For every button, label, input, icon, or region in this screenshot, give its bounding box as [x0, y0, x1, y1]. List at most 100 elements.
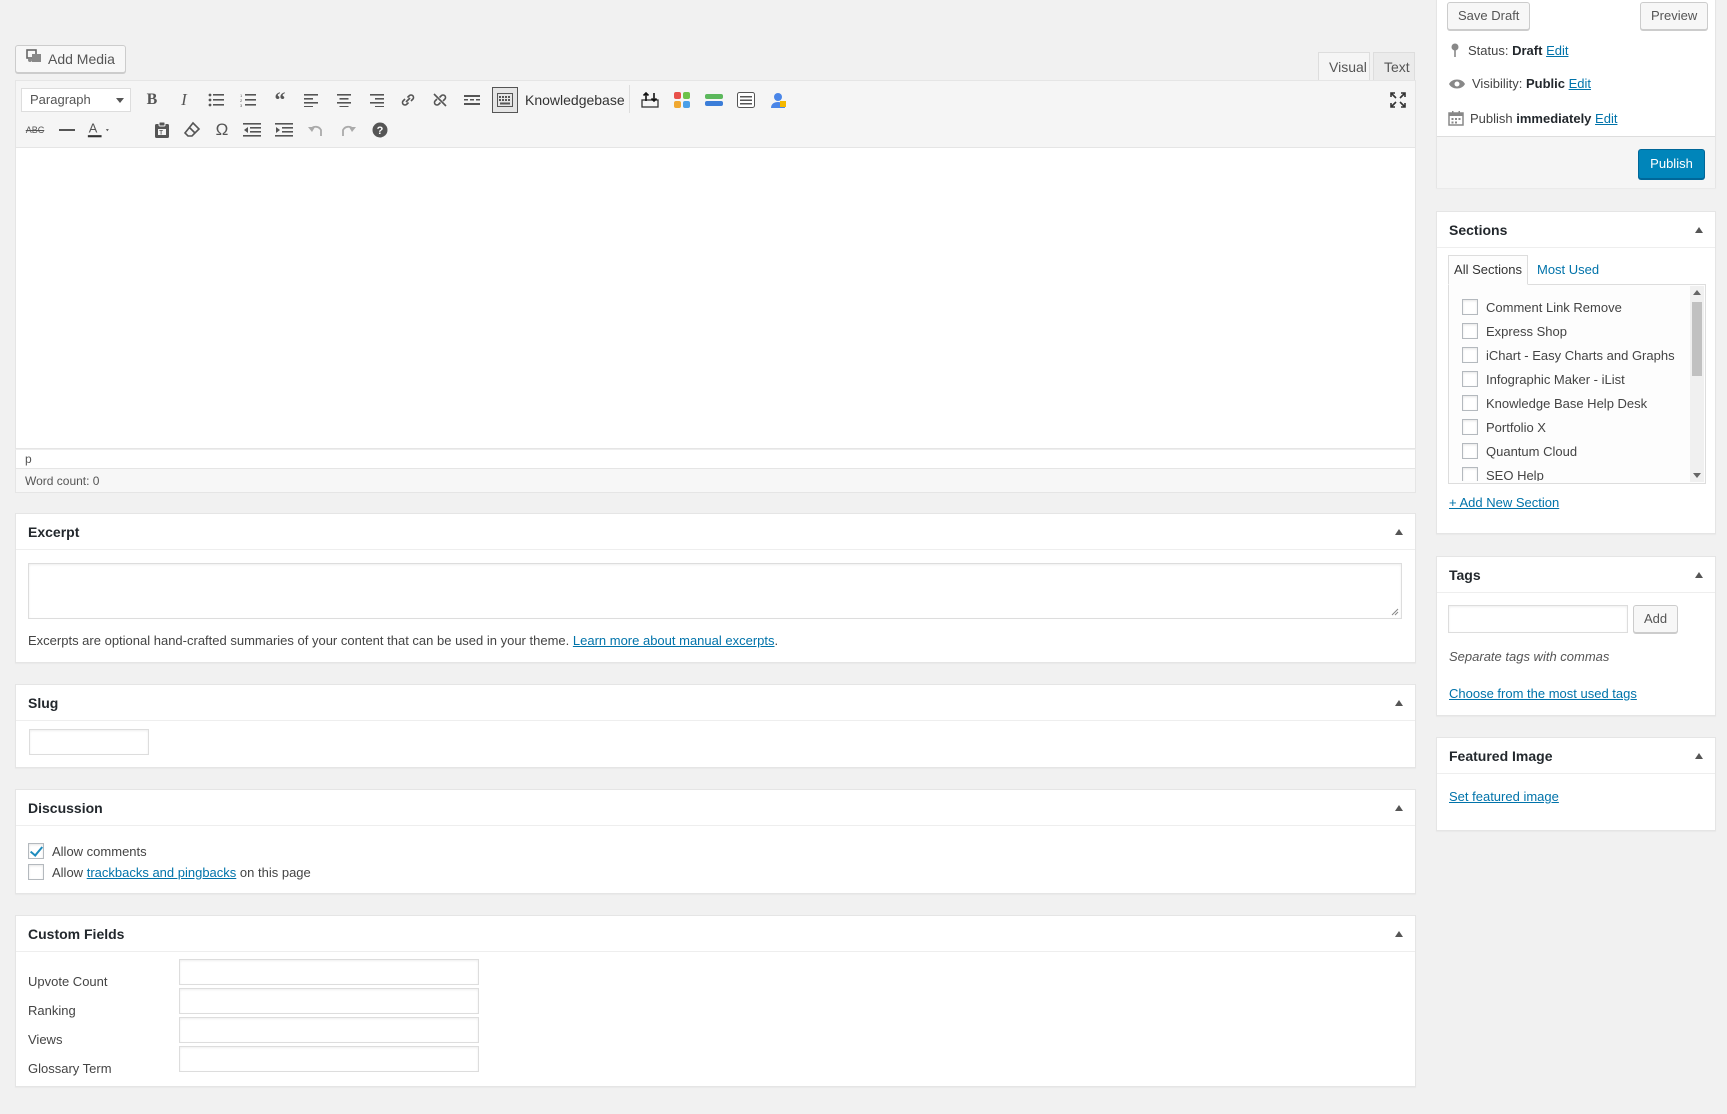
choose-tags-link[interactable]: Choose from the most used tags [1449, 686, 1637, 701]
status-edit-link[interactable]: Edit [1546, 43, 1568, 58]
fullscreen-icon[interactable] [1386, 88, 1410, 112]
custom-fields-title: Custom Fields [28, 926, 125, 942]
excerpt-title: Excerpt [28, 524, 80, 540]
collapse-arrow-icon[interactable] [1395, 529, 1403, 535]
section-item[interactable]: Knowledge Base Help Desk [1462, 395, 1647, 411]
outdent-icon[interactable] [240, 118, 264, 142]
status-value: Draft [1512, 42, 1543, 58]
collapse-arrow-icon[interactable] [1695, 753, 1703, 759]
tab-most-used[interactable]: Most Used [1537, 255, 1599, 285]
list-block-icon[interactable] [734, 88, 758, 112]
section-item[interactable]: iChart - Easy Charts and Graphs [1462, 347, 1675, 363]
knowledgebase-button[interactable]: Knowledgebase [525, 88, 625, 112]
section-item[interactable]: Infographic Maker - iList [1462, 371, 1625, 387]
svg-text:A: A [89, 121, 98, 136]
scroll-up-icon[interactable] [1693, 290, 1701, 295]
add-media-label: Add Media [48, 51, 115, 67]
scroll-thumb[interactable] [1692, 302, 1702, 376]
redo-icon[interactable] [336, 118, 360, 142]
allow-trackbacks-checkbox[interactable] [28, 864, 44, 880]
tab-visual[interactable]: Visual [1318, 52, 1370, 80]
section-item[interactable]: Quantum Cloud [1462, 443, 1577, 459]
read-more-icon[interactable] [460, 88, 484, 112]
excerpt-textarea[interactable] [28, 563, 1402, 619]
collapse-arrow-icon[interactable] [1695, 572, 1703, 578]
section-checkbox[interactable] [1462, 347, 1478, 363]
set-featured-image-link[interactable]: Set featured image [1449, 789, 1559, 804]
user-lock-icon[interactable] [766, 88, 790, 112]
section-item[interactable]: Comment Link Remove [1462, 299, 1622, 315]
excerpt-header[interactable]: Excerpt [16, 514, 1415, 550]
save-draft-button[interactable]: Save Draft [1447, 2, 1531, 30]
strikethrough-icon[interactable]: ABC [23, 118, 47, 142]
editor-content-area[interactable] [15, 148, 1416, 449]
publish-button[interactable]: Publish [1638, 149, 1705, 179]
bold-icon[interactable]: B [140, 88, 164, 112]
scroll-down-icon[interactable] [1693, 473, 1701, 478]
excerpt-learn-more-link[interactable]: Learn more about manual excerpts [573, 633, 775, 648]
tags-header[interactable]: Tags [1437, 557, 1715, 593]
field-input-upvote-count[interactable] [179, 959, 479, 985]
section-checkbox[interactable] [1462, 419, 1478, 435]
align-left-icon[interactable] [300, 88, 324, 112]
section-checkbox[interactable] [1462, 371, 1478, 387]
add-tag-button[interactable]: Add [1633, 605, 1679, 633]
field-input-views[interactable] [179, 1017, 479, 1043]
link-icon[interactable] [396, 88, 420, 112]
align-center-icon[interactable] [332, 88, 356, 112]
section-checkbox[interactable] [1462, 395, 1478, 411]
preview-button[interactable]: Preview [1640, 2, 1709, 30]
field-input-ranking[interactable] [179, 988, 479, 1014]
bar-icon[interactable] [702, 88, 726, 112]
tags-input[interactable] [1448, 605, 1628, 633]
paste-text-icon[interactable]: T [150, 118, 174, 142]
publish-edit-link[interactable]: Edit [1595, 111, 1617, 126]
resize-handle-icon[interactable] [1391, 608, 1399, 616]
discussion-header[interactable]: Discussion [16, 790, 1415, 826]
field-input-glossary-term[interactable] [179, 1046, 479, 1072]
add-media-button[interactable]: Add Media [15, 45, 126, 73]
section-checkbox[interactable] [1462, 467, 1478, 481]
undo-icon[interactable] [304, 118, 328, 142]
align-right-icon[interactable] [364, 88, 388, 112]
numbered-list-icon[interactable]: 123 [236, 88, 260, 112]
tab-all-sections[interactable]: All Sections [1448, 255, 1528, 285]
slug-input[interactable] [29, 729, 149, 755]
indent-icon[interactable] [272, 118, 296, 142]
unlink-icon[interactable] [428, 88, 452, 112]
featured-image-header[interactable]: Featured Image [1437, 738, 1715, 774]
section-item[interactable]: SEO Help [1462, 467, 1544, 481]
section-checkbox[interactable] [1462, 323, 1478, 339]
shortcode-up-icon[interactable] [638, 88, 662, 112]
sections-scrollbar[interactable] [1690, 286, 1704, 482]
italic-icon[interactable]: I [172, 88, 196, 112]
collapse-arrow-icon[interactable] [1695, 227, 1703, 233]
format-select[interactable]: Paragraph [21, 88, 131, 112]
collapse-arrow-icon[interactable] [1395, 931, 1403, 937]
slug-header[interactable]: Slug [16, 685, 1415, 721]
visibility-edit-link[interactable]: Edit [1569, 76, 1591, 91]
clear-format-icon[interactable] [180, 118, 204, 142]
tab-text[interactable]: Text [1373, 52, 1415, 80]
allow-comments-row: Allow comments [28, 843, 147, 859]
custom-fields-header[interactable]: Custom Fields [16, 916, 1415, 952]
text-color-icon[interactable]: A [87, 118, 111, 142]
blockquote-icon[interactable]: “ [268, 87, 292, 112]
add-new-section-link[interactable]: + Add New Section [1449, 495, 1559, 510]
bullet-list-icon[interactable] [204, 88, 228, 112]
omega-icon[interactable]: Ω [210, 118, 234, 142]
section-item[interactable]: Express Shop [1462, 323, 1567, 339]
trackbacks-link[interactable]: trackbacks and pingbacks [87, 865, 237, 880]
sections-header[interactable]: Sections [1437, 212, 1715, 248]
section-label: Infographic Maker - iList [1486, 371, 1625, 387]
collapse-arrow-icon[interactable] [1395, 805, 1403, 811]
help-icon[interactable]: ? [368, 118, 392, 142]
allow-comments-checkbox[interactable] [28, 843, 44, 859]
toolbar-toggle-icon[interactable] [492, 87, 518, 113]
section-item[interactable]: Portfolio X [1462, 419, 1546, 435]
color-grid-icon[interactable] [670, 88, 694, 112]
collapse-arrow-icon[interactable] [1395, 700, 1403, 706]
section-checkbox[interactable] [1462, 299, 1478, 315]
horizontal-line-icon[interactable] [55, 118, 79, 142]
section-checkbox[interactable] [1462, 443, 1478, 459]
